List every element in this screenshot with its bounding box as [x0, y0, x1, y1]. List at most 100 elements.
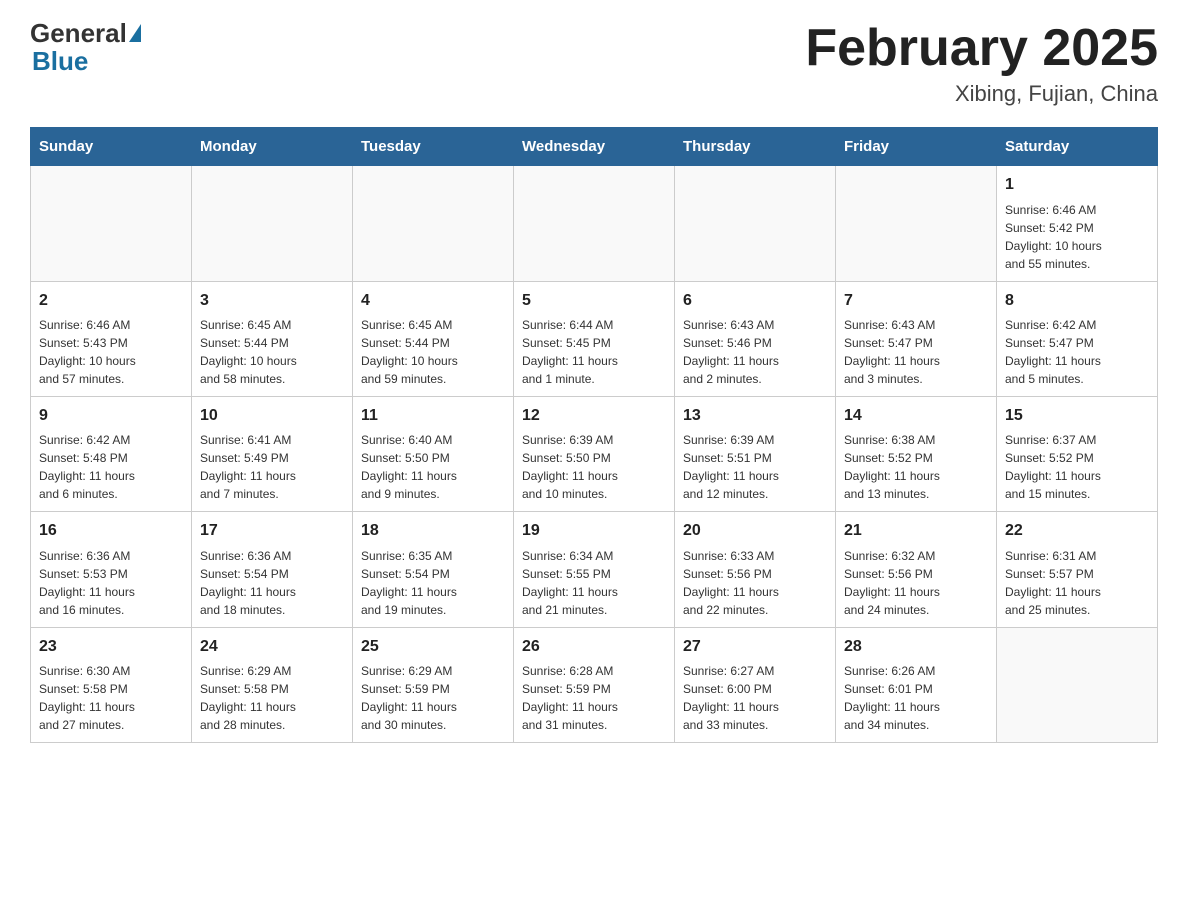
day-number: 15: [1005, 405, 1149, 427]
table-row: 14 Sunrise: 6:38 AMSunset: 5:52 PMDayligh…: [836, 396, 997, 511]
title-area: February 2025 Xibing, Fujian, China: [805, 20, 1158, 107]
day-number: 26: [522, 636, 666, 658]
day-info: Sunrise: 6:26 AMSunset: 6:01 PMDaylight:…: [844, 662, 988, 734]
calendar-week-row: 9 Sunrise: 6:42 AMSunset: 5:48 PMDaylight…: [31, 396, 1158, 511]
header-saturday: Saturday: [997, 128, 1158, 166]
day-number: 6: [683, 290, 827, 312]
day-number: 12: [522, 405, 666, 427]
day-info: Sunrise: 6:36 AMSunset: 5:53 PMDaylight:…: [39, 547, 183, 619]
day-info: Sunrise: 6:32 AMSunset: 5:56 PMDaylight:…: [844, 547, 988, 619]
header-wednesday: Wednesday: [514, 128, 675, 166]
day-number: 16: [39, 520, 183, 542]
table-row: 25Sunrise: 6:29 AMSunset: 5:59 PMDayligh…: [353, 627, 514, 742]
table-row: 13 Sunrise: 6:39 AMSunset: 5:51 PMDayligh…: [675, 396, 836, 511]
day-info: Sunrise: 6:29 AMSunset: 5:59 PMDaylight:…: [361, 662, 505, 734]
day-info: Sunrise: 6:28 AMSunset: 5:59 PMDaylight:…: [522, 662, 666, 734]
table-row: 24 Sunrise: 6:29 AMSunset: 5:58 PMDayligh…: [192, 627, 353, 742]
header-sunday: Sunday: [31, 128, 192, 166]
table-row: 28 Sunrise: 6:26 AMSunset: 6:01 PMDayligh…: [836, 627, 997, 742]
header-friday: Friday: [836, 128, 997, 166]
day-number: 11: [361, 405, 505, 427]
header-thursday: Thursday: [675, 128, 836, 166]
table-row: 7Sunrise: 6:43 AMSunset: 5:47 PMDaylight…: [836, 281, 997, 396]
calendar-week-row: 16 Sunrise: 6:36 AMSunset: 5:53 PMDayligh…: [31, 512, 1158, 627]
day-info: Sunrise: 6:43 AMSunset: 5:47 PMDaylight:…: [844, 316, 988, 388]
day-info: Sunrise: 6:42 AMSunset: 5:47 PMDaylight:…: [1005, 316, 1149, 388]
table-row: 6 Sunrise: 6:43 AMSunset: 5:46 PMDaylight…: [675, 281, 836, 396]
day-info: Sunrise: 6:38 AMSunset: 5:52 PMDaylight:…: [844, 431, 988, 503]
day-number: 13: [683, 405, 827, 427]
day-info: Sunrise: 6:43 AMSunset: 5:46 PMDaylight:…: [683, 316, 827, 388]
table-row: [836, 166, 997, 281]
table-row: 16 Sunrise: 6:36 AMSunset: 5:53 PMDayligh…: [31, 512, 192, 627]
day-info: Sunrise: 6:42 AMSunset: 5:48 PMDaylight:…: [39, 431, 183, 503]
logo-general-text: General: [30, 20, 127, 46]
table-row: 22 Sunrise: 6:31 AMSunset: 5:57 PMDayligh…: [997, 512, 1158, 627]
table-row: 12Sunrise: 6:39 AMSunset: 5:50 PMDayligh…: [514, 396, 675, 511]
month-title: February 2025: [805, 20, 1158, 77]
table-row: 4 Sunrise: 6:45 AMSunset: 5:44 PMDaylight…: [353, 281, 514, 396]
table-row: 17 Sunrise: 6:36 AMSunset: 5:54 PMDayligh…: [192, 512, 353, 627]
day-info: Sunrise: 6:39 AMSunset: 5:51 PMDaylight:…: [683, 431, 827, 503]
calendar-table: Sunday Monday Tuesday Wednesday Thursday…: [30, 127, 1158, 743]
day-number: 24: [200, 636, 344, 658]
table-row: 27 Sunrise: 6:27 AMSunset: 6:00 PMDayligh…: [675, 627, 836, 742]
day-number: 28: [844, 636, 988, 658]
day-number: 4: [361, 290, 505, 312]
table-row: 1 Sunrise: 6:46 AMSunset: 5:42 PMDaylight…: [997, 166, 1158, 281]
day-info: Sunrise: 6:41 AMSunset: 5:49 PMDaylight:…: [200, 431, 344, 503]
table-row: [192, 166, 353, 281]
day-info: Sunrise: 6:30 AMSunset: 5:58 PMDaylight:…: [39, 662, 183, 734]
day-number: 23: [39, 636, 183, 658]
day-info: Sunrise: 6:36 AMSunset: 5:54 PMDaylight:…: [200, 547, 344, 619]
day-info: Sunrise: 6:46 AMSunset: 5:42 PMDaylight:…: [1005, 201, 1149, 273]
day-number: 2: [39, 290, 183, 312]
calendar-week-row: 23 Sunrise: 6:30 AMSunset: 5:58 PMDayligh…: [31, 627, 1158, 742]
day-info: Sunrise: 6:31 AMSunset: 5:57 PMDaylight:…: [1005, 547, 1149, 619]
location-text: Xibing, Fujian, China: [805, 81, 1158, 107]
day-number: 17: [200, 520, 344, 542]
day-number: 1: [1005, 174, 1149, 196]
day-number: 21: [844, 520, 988, 542]
table-row: 3 Sunrise: 6:45 AMSunset: 5:44 PMDaylight…: [192, 281, 353, 396]
table-row: 21 Sunrise: 6:32 AMSunset: 5:56 PMDayligh…: [836, 512, 997, 627]
header-tuesday: Tuesday: [353, 128, 514, 166]
day-number: 14: [844, 405, 988, 427]
day-info: Sunrise: 6:33 AMSunset: 5:56 PMDaylight:…: [683, 547, 827, 619]
table-row: 9 Sunrise: 6:42 AMSunset: 5:48 PMDaylight…: [31, 396, 192, 511]
table-row: [31, 166, 192, 281]
day-info: Sunrise: 6:40 AMSunset: 5:50 PMDaylight:…: [361, 431, 505, 503]
day-info: Sunrise: 6:34 AMSunset: 5:55 PMDaylight:…: [522, 547, 666, 619]
table-row: 15 Sunrise: 6:37 AMSunset: 5:52 PMDayligh…: [997, 396, 1158, 511]
table-row: [675, 166, 836, 281]
table-row: [514, 166, 675, 281]
day-number: 3: [200, 290, 344, 312]
table-row: [353, 166, 514, 281]
table-row: 20 Sunrise: 6:33 AMSunset: 5:56 PMDayligh…: [675, 512, 836, 627]
table-row: 2 Sunrise: 6:46 AMSunset: 5:43 PMDaylight…: [31, 281, 192, 396]
header-monday: Monday: [192, 128, 353, 166]
day-number: 27: [683, 636, 827, 658]
day-number: 5: [522, 290, 666, 312]
day-number: 22: [1005, 520, 1149, 542]
day-info: Sunrise: 6:45 AMSunset: 5:44 PMDaylight:…: [200, 316, 344, 388]
page-header: General Blue February 2025 Xibing, Fujia…: [30, 20, 1158, 107]
table-row: 5 Sunrise: 6:44 AMSunset: 5:45 PMDaylight…: [514, 281, 675, 396]
day-info: Sunrise: 6:29 AMSunset: 5:58 PMDaylight:…: [200, 662, 344, 734]
table-row: 26 Sunrise: 6:28 AMSunset: 5:59 PMDayligh…: [514, 627, 675, 742]
day-number: 20: [683, 520, 827, 542]
calendar-week-row: 1 Sunrise: 6:46 AMSunset: 5:42 PMDaylight…: [31, 166, 1158, 281]
day-info: Sunrise: 6:46 AMSunset: 5:43 PMDaylight:…: [39, 316, 183, 388]
day-info: Sunrise: 6:45 AMSunset: 5:44 PMDaylight:…: [361, 316, 505, 388]
day-info: Sunrise: 6:37 AMSunset: 5:52 PMDaylight:…: [1005, 431, 1149, 503]
day-number: 10: [200, 405, 344, 427]
day-info: Sunrise: 6:27 AMSunset: 6:00 PMDaylight:…: [683, 662, 827, 734]
day-number: 19: [522, 520, 666, 542]
day-number: 18: [361, 520, 505, 542]
day-number: 9: [39, 405, 183, 427]
table-row: [997, 627, 1158, 742]
logo-triangle-icon: [129, 24, 141, 42]
day-info: Sunrise: 6:35 AMSunset: 5:54 PMDaylight:…: [361, 547, 505, 619]
table-row: 10 Sunrise: 6:41 AMSunset: 5:49 PMDayligh…: [192, 396, 353, 511]
day-info: Sunrise: 6:44 AMSunset: 5:45 PMDaylight:…: [522, 316, 666, 388]
